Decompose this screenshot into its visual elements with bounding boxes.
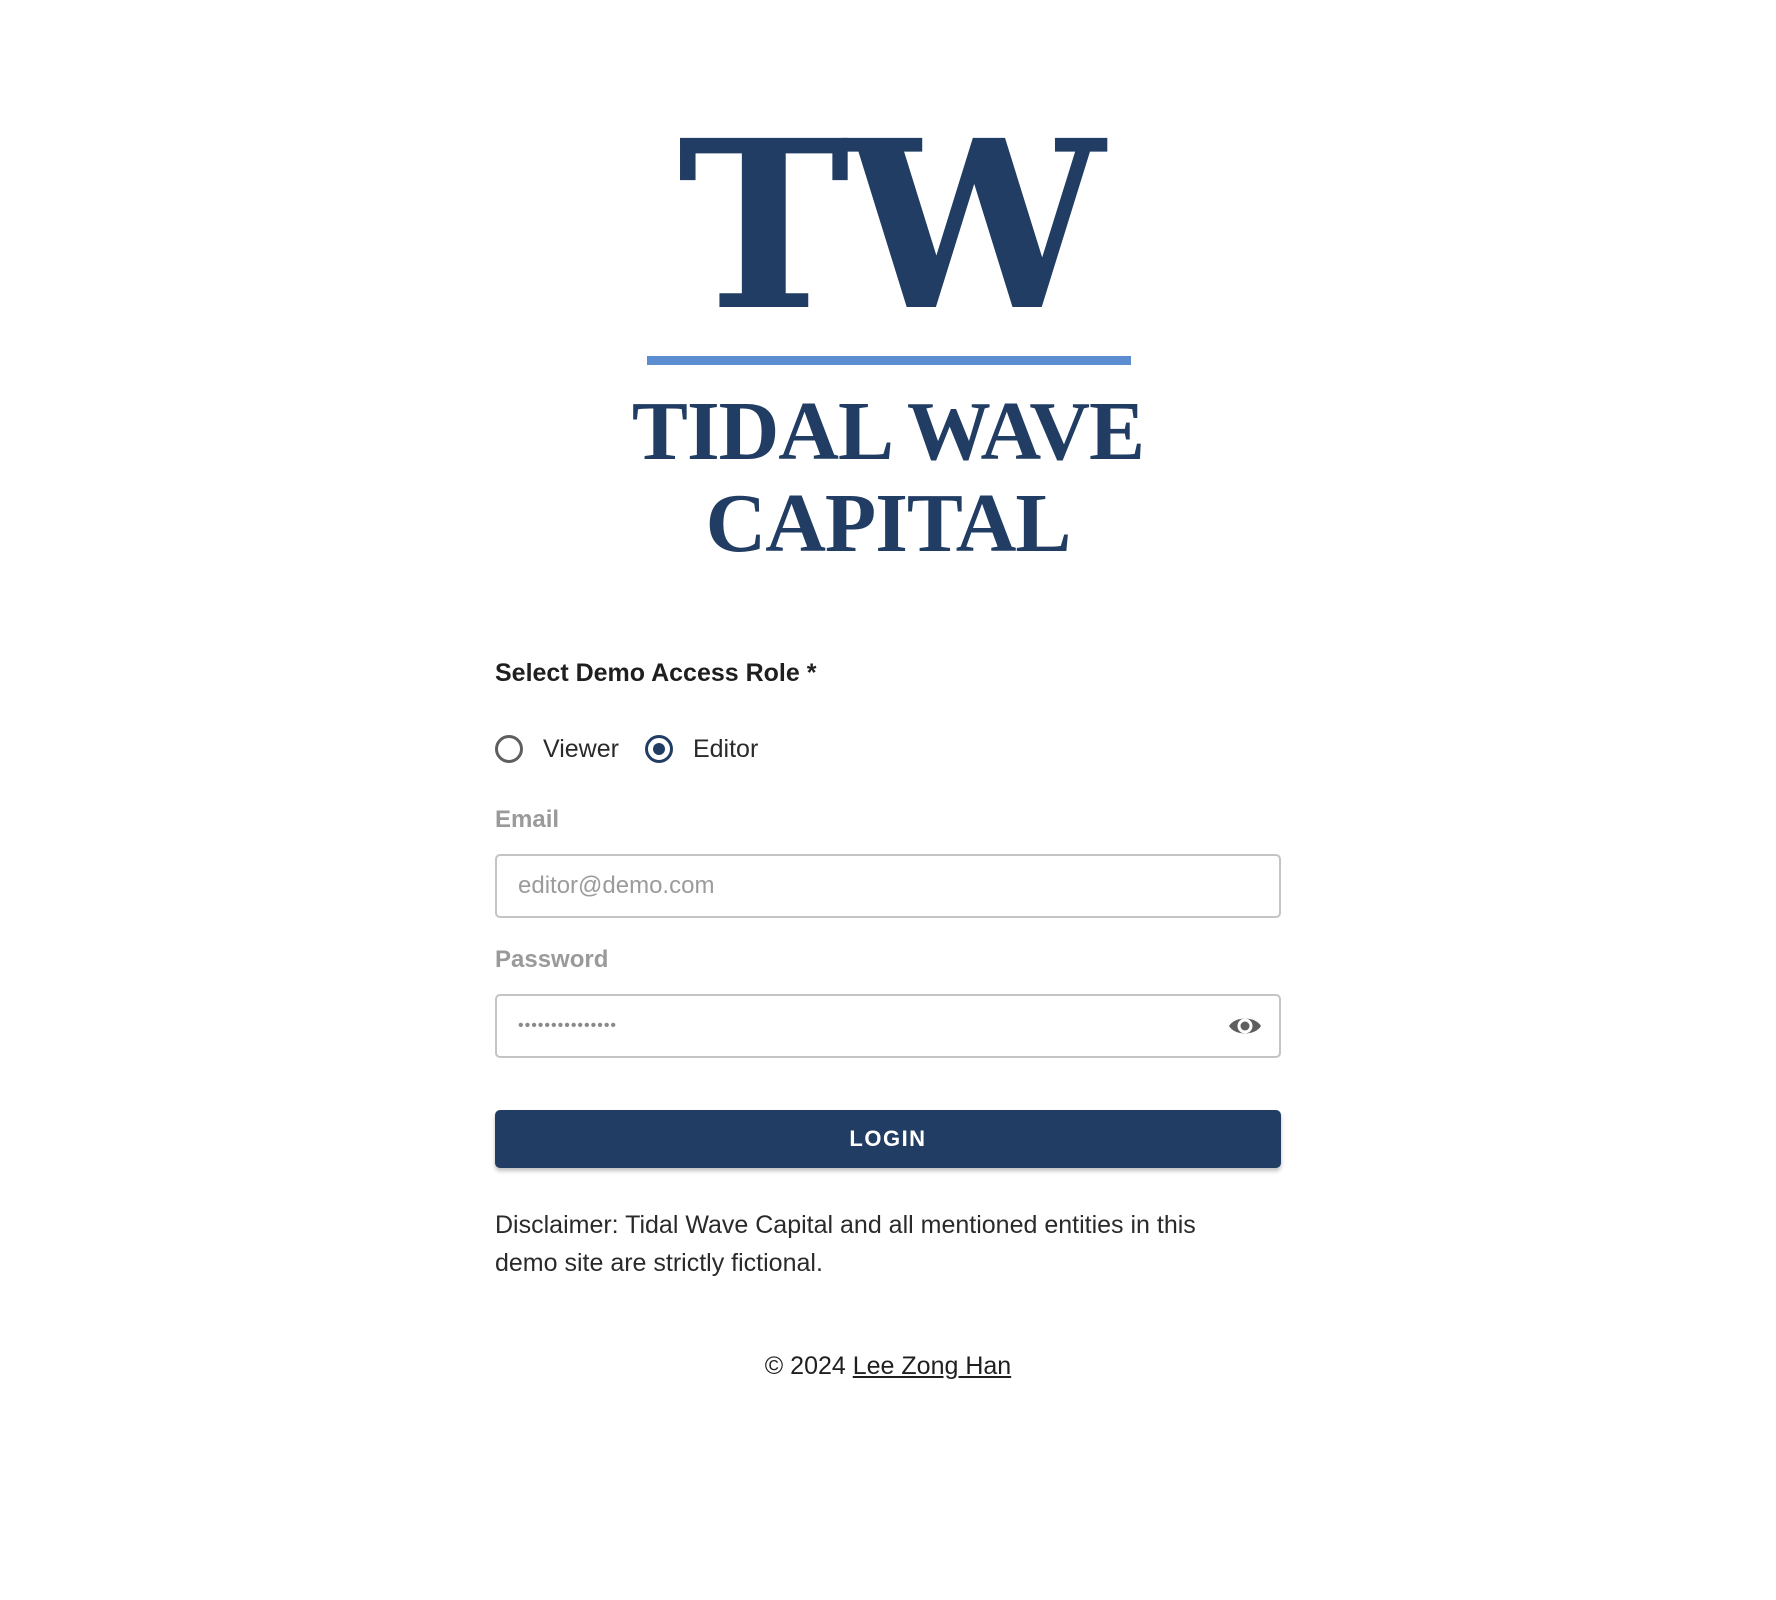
email-label: Email <box>495 806 560 833</box>
role-option-editor[interactable]: Editor <box>644 734 759 764</box>
radio-editor[interactable] <box>644 735 673 763</box>
author-link[interactable]: Lee Zong Han <box>853 1352 1011 1380</box>
login-page: TW TIDAL WAVE CAPITAL Select Demo Access… <box>0 0 1776 1600</box>
role-radio-group: Viewer Editor <box>495 714 1281 784</box>
radio-editor-label: Editor <box>692 734 759 763</box>
role-option-viewer[interactable]: Viewer <box>495 735 619 764</box>
login-button[interactable]: LOGIN <box>495 1110 1281 1168</box>
email-field[interactable] <box>497 856 1279 916</box>
logo-monogram: TW <box>677 89 1104 362</box>
copyright-text: © 2024 <box>764 1352 846 1380</box>
role-label: Select Demo Access Role * <box>495 659 817 687</box>
footer: © 2024 Lee Zong Han <box>0 1352 1776 1381</box>
radio-viewer[interactable] <box>495 735 523 763</box>
logo-name-line1: TIDAL WAVE <box>631 385 1145 478</box>
login-form: Select Demo Access Role * Viewer Editor … <box>495 650 1281 1282</box>
email-field-box <box>495 854 1281 918</box>
disclaimer-text: Disclaimer: Tidal Wave Capital and all m… <box>495 1211 1196 1277</box>
company-logo: TW TIDAL WAVE CAPITAL <box>0 0 1776 600</box>
password-label: Password <box>495 946 609 973</box>
radio-viewer-label: Viewer <box>543 734 619 763</box>
password-mask: ••••••••••••••• <box>518 1017 618 1034</box>
eye-icon[interactable] <box>1227 1009 1263 1043</box>
password-field-box: ••••••••••••••• <box>495 994 1281 1058</box>
logo-divider <box>647 356 1131 365</box>
logo-name-line2: CAPITAL <box>705 477 1072 570</box>
